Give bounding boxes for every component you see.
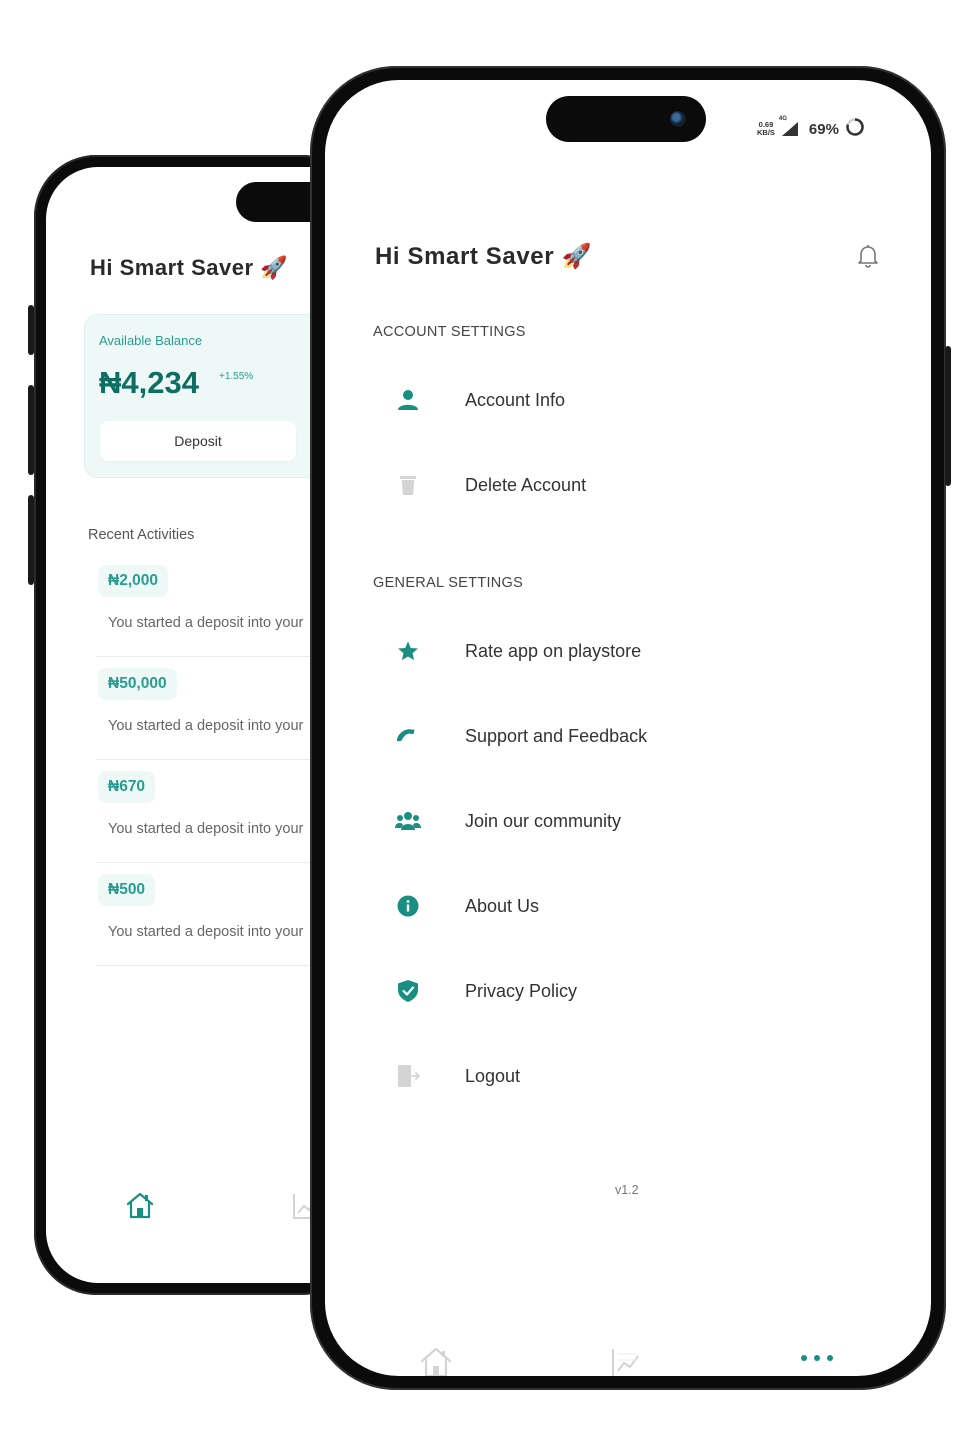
menu-item-privacy-policy[interactable]: Privacy Policy: [385, 968, 905, 1014]
deposit-button[interactable]: Deposit: [100, 421, 296, 461]
activity-amount: ₦670: [98, 771, 156, 803]
status-bar: 0.69 KB/S 4G 69%: [757, 114, 865, 144]
rocket-icon: 🚀: [561, 243, 592, 270]
recent-activities-title: Recent Activities: [88, 527, 195, 543]
nav-home-icon[interactable]: [418, 1344, 454, 1376]
activity-description: You started a deposit into your: [108, 615, 304, 631]
greeting-title: Hi Smart Saver 🚀: [375, 243, 592, 270]
balance-amount: ₦4,234: [99, 365, 199, 400]
foreground-phone: 0.69 KB/S 4G 69% Hi Smart Saver 🚀 ACCOUN…: [310, 66, 951, 1390]
menu-item-about-us[interactable]: About Us: [385, 883, 905, 929]
menu-item-logout[interactable]: Logout: [385, 1053, 905, 1099]
nav-home-icon[interactable]: [124, 1189, 156, 1221]
menu-item-delete-account[interactable]: Delete Account: [385, 462, 905, 508]
phone-side-button: [28, 305, 34, 355]
menu-item-label: Join our community: [465, 810, 622, 831]
activity-amount: ₦2,000: [98, 565, 168, 597]
phone-icon: [385, 713, 431, 759]
nav-chart-icon[interactable]: [610, 1346, 644, 1376]
menu-item-join-community[interactable]: Join our community: [385, 798, 905, 844]
battery-percentage: 69%: [808, 120, 839, 138]
menu-item-rate-app[interactable]: Rate app on playstore: [385, 628, 905, 674]
network-speed: 0.69 KB/S: [757, 120, 775, 137]
balance-label: Available Balance: [99, 333, 203, 348]
activity-description: You started a deposit into your: [108, 924, 304, 940]
greeting-title: Hi Smart Saver 🚀: [90, 255, 289, 280]
activity-amount: ₦500: [98, 874, 156, 906]
activity-amount: ₦50,000: [98, 668, 177, 700]
menu-item-support-feedback[interactable]: Support and Feedback: [385, 713, 905, 759]
logout-icon: [385, 1053, 431, 1099]
menu-item-label: Delete Account: [465, 474, 587, 495]
menu-item-label: Account Info: [465, 389, 566, 410]
phone-side-button: [28, 385, 34, 475]
settings-screen: 0.69 KB/S 4G 69% Hi Smart Saver 🚀 ACCOUN…: [325, 80, 931, 1376]
activity-description: You started a deposit into your: [108, 718, 304, 734]
star-icon: [385, 628, 431, 674]
menu-item-label: Support and Feedback: [465, 725, 648, 746]
nav-more-icon[interactable]: [798, 1350, 836, 1366]
signal-icon: 4G: [779, 116, 799, 137]
dynamic-island: [546, 96, 706, 142]
menu-item-label: About Us: [465, 895, 540, 916]
phone-side-button: [945, 346, 951, 486]
general-settings-heading: GENERAL SETTINGS: [373, 575, 524, 591]
account-settings-heading: ACCOUNT SETTINGS: [373, 324, 526, 340]
shield-check-icon: [385, 968, 431, 1014]
group-icon: [385, 798, 431, 844]
menu-item-label: Privacy Policy: [465, 980, 578, 1001]
menu-item-label: Rate app on playstore: [465, 640, 642, 661]
menu-item-account-info[interactable]: Account Info: [385, 377, 905, 423]
app-version: v1.2: [615, 1183, 639, 1197]
activity-description: You started a deposit into your: [108, 821, 304, 837]
phone-side-button: [28, 495, 34, 585]
info-icon: [385, 883, 431, 929]
battery-ring-icon: [845, 117, 865, 142]
person-icon: [385, 377, 431, 423]
camera-icon: [670, 111, 686, 127]
notification-bell-icon[interactable]: [855, 242, 881, 270]
rocket-icon: 🚀: [260, 255, 289, 280]
menu-item-label: Logout: [465, 1065, 521, 1086]
balance-change: +1.55%: [219, 371, 254, 382]
trash-icon: [385, 462, 431, 508]
